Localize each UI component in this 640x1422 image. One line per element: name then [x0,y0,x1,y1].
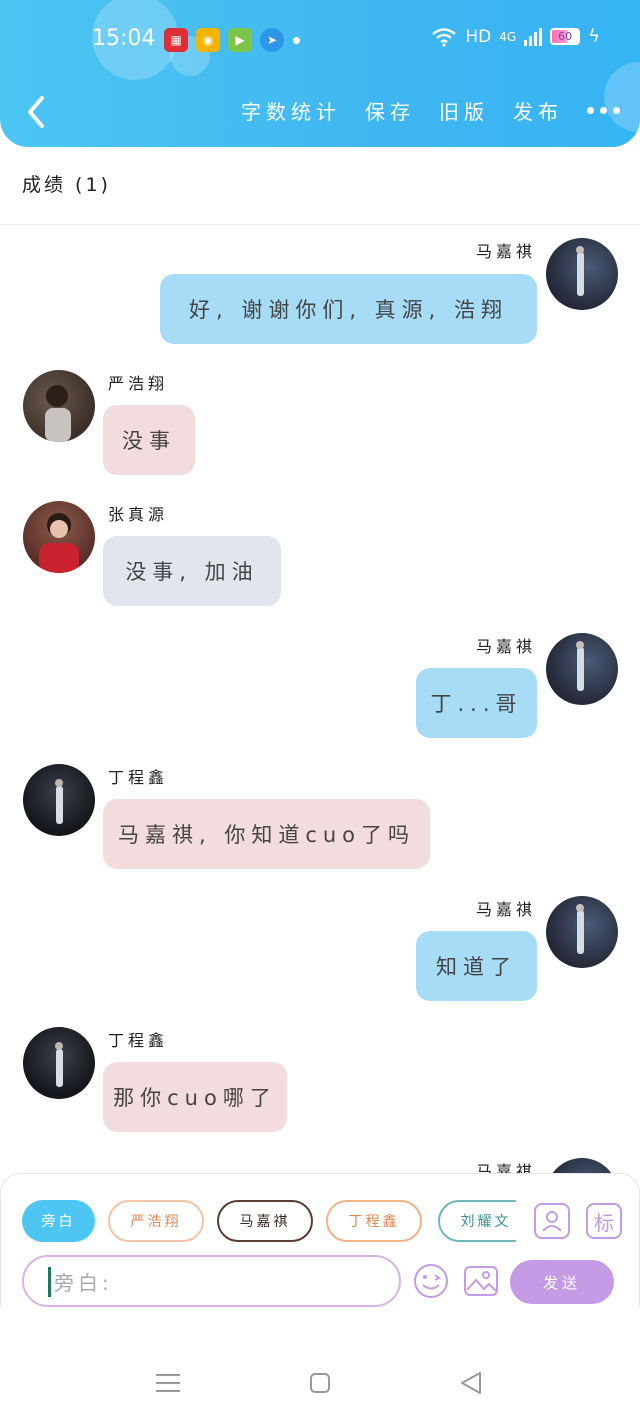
message-input[interactable]: 旁白: [22,1255,401,1307]
role-chip-ding[interactable]: 丁程鑫 [326,1200,422,1242]
status-time: 15:04 [92,26,156,51]
chat-bubble[interactable]: 没事, 加油 [103,536,281,606]
role-chip-ma[interactable]: 马嘉祺 [217,1200,313,1242]
word-count-button[interactable]: 字数统计 [241,96,341,125]
save-button[interactable]: 保存 [365,96,415,125]
old-version-button[interactable]: 旧版 [439,96,489,125]
battery-icon: 60 [550,28,581,45]
sender-name: 马嘉祺 [475,242,536,261]
chat-bubble[interactable]: 丁...哥 [416,668,537,738]
tag-icon[interactable]: 标 [586,1203,622,1239]
app-header: 15:04 ▦ ◉ ▶ ➤ HD 4G 60 ϟ 字数统计 保存 旧版 发布 [0,0,640,147]
back-nav-icon[interactable] [458,1370,484,1396]
sender-name: 严浩翔 [108,374,169,393]
status-right: HD 4G 60 ϟ [431,26,600,47]
role-chip-yan[interactable]: 严浩翔 [108,1200,204,1242]
status-app-icons: ▦ ◉ ▶ ➤ [164,28,284,52]
avatar[interactable] [23,1027,95,1099]
chat-bubble[interactable]: 那你cuo哪了 [103,1062,287,1132]
chat-title: 成绩 (1) [22,174,111,196]
weibo-icon: ◉ [196,28,220,52]
sender-name: 丁程鑫 [108,768,169,787]
network-label: HD [465,26,492,47]
image-icon[interactable] [462,1262,500,1300]
back-icon[interactable] [22,92,50,132]
notification-dot [293,37,300,44]
send-app-icon: ➤ [260,28,284,52]
chat-bubble[interactable]: 没事 [103,405,195,475]
sender-name: 马嘉祺 [475,637,536,656]
publish-button[interactable]: 发布 [513,96,563,125]
input-placeholder: 旁白: [54,1270,113,1295]
menu-icon[interactable] [155,1372,181,1394]
system-nav-bar [0,1340,640,1422]
avatar[interactable] [23,764,95,836]
app-notification-icon: ▦ [164,28,188,52]
avatar[interactable] [546,238,618,310]
divider [0,224,640,225]
more-icon[interactable] [587,107,620,114]
character-icon[interactable] [534,1203,570,1239]
signal-label: 4G [499,29,517,44]
status-bar: 15:04 ▦ ◉ ▶ ➤ HD 4G 60 ϟ [0,18,640,62]
header-actions: 字数统计 保存 旧版 发布 [241,96,620,125]
video-app-icon: ▶ [228,28,252,52]
sender-name: 张真源 [108,505,169,524]
chip-scroll-edge: 刘耀文 [430,1195,516,1247]
chat-bubble[interactable]: 马嘉祺, 你知道cuo了吗 [103,799,430,869]
emoji-icon[interactable] [412,1262,450,1300]
chat-bubble[interactable]: 知道了 [416,931,537,1001]
avatar[interactable] [546,896,618,968]
role-chip-liu[interactable]: 刘耀文 [438,1200,516,1242]
charging-icon: ϟ [588,26,600,47]
signal-icon [524,27,543,46]
wifi-icon [432,27,457,47]
sender-name: 马嘉祺 [475,900,536,919]
avatar[interactable] [546,633,618,705]
avatar[interactable] [23,370,95,442]
role-chip-narration[interactable]: 旁白 [22,1200,95,1242]
battery-level: 60 [558,30,573,43]
chat-bubble[interactable]: 好, 谢谢你们, 真源, 浩翔 [160,274,537,344]
text-cursor [48,1267,51,1297]
send-button[interactable]: 发送 [510,1260,614,1304]
avatar[interactable] [23,501,95,573]
sender-name: 丁程鑫 [108,1031,169,1050]
home-icon[interactable] [309,1372,331,1394]
